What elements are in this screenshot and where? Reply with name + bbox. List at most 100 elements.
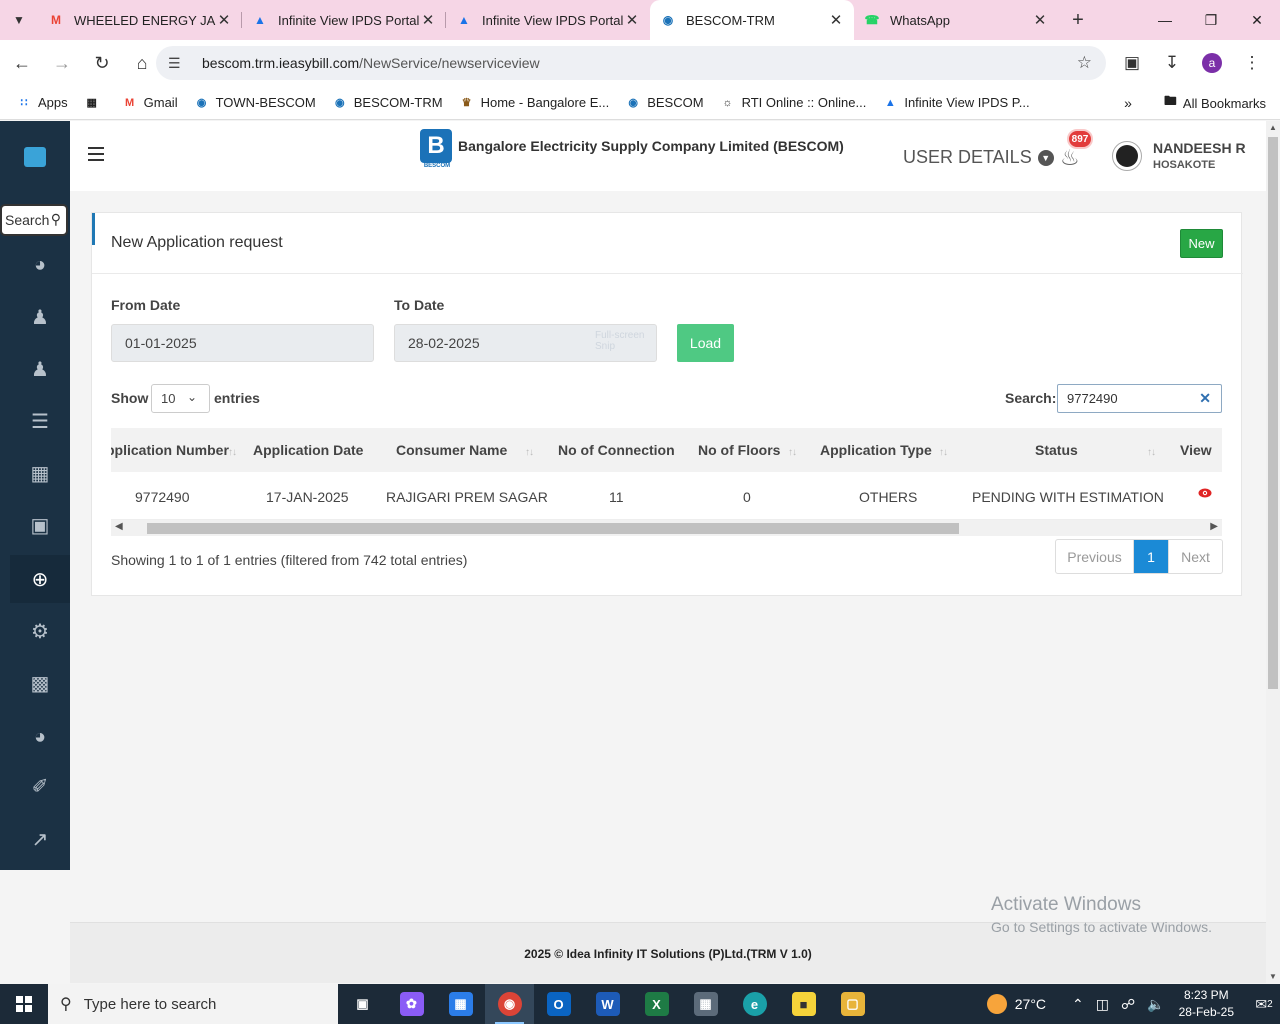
taskbar-store[interactable]: ▦	[436, 984, 485, 1024]
start-button[interactable]	[0, 984, 48, 1024]
close-tab-icon[interactable]: ✕	[1032, 11, 1048, 29]
hamburger-menu-icon[interactable]	[88, 147, 104, 161]
close-tab-icon[interactable]: ✕	[420, 11, 436, 29]
bookmark-apps[interactable]: ∷ Apps	[16, 95, 68, 111]
volume-icon[interactable]: 🔈	[1147, 996, 1164, 1013]
sidebar-item-hierarchy[interactable]: ▦	[10, 449, 70, 497]
bookmark-star-icon[interactable]: ☆	[1077, 53, 1092, 73]
extensions-icon[interactable]: ▣	[1112, 45, 1152, 81]
sidebar-item-user[interactable]: ♟	[10, 293, 70, 341]
sort-icon[interactable]: ↑↓	[788, 447, 797, 458]
bookmark-gmail[interactable]: M Gmail	[122, 95, 178, 111]
taskbar-word[interactable]: W	[583, 984, 632, 1024]
bookmark-bescom-trm[interactable]: ◉ BESCOM-TRM	[332, 95, 443, 111]
tab-search-icon[interactable]: ▼	[0, 0, 38, 40]
browser-tab-ipds-1[interactable]: ▲ Infinite View IPDS Portal ✕	[242, 0, 446, 40]
sidebar-item-tools[interactable]: ✐	[10, 762, 70, 810]
table-search-input[interactable]: 9772490 ✕	[1057, 384, 1222, 413]
bookmark-bescom[interactable]: ◉ BESCOM	[625, 95, 703, 111]
taskbar-excel[interactable]: X	[632, 984, 681, 1024]
search-icon[interactable]: ⚲	[51, 211, 61, 228]
view-eye-icon[interactable]	[1198, 488, 1212, 498]
bookmark-home-bangalore[interactable]: ♛ Home - Bangalore E...	[459, 95, 610, 111]
next-page-button[interactable]: Next	[1168, 540, 1222, 573]
load-button[interactable]: Load	[677, 324, 734, 362]
network-icon[interactable]: ☍	[1121, 996, 1135, 1013]
sidebar-item-meter[interactable]: ◕	[10, 713, 70, 761]
scroll-left-icon[interactable]: ◀	[115, 521, 123, 532]
restore-icon[interactable]: ❐	[1188, 0, 1234, 40]
scrollbar-thumb[interactable]	[1268, 137, 1278, 689]
notification-center-icon[interactable]: ✉ 2	[1248, 984, 1280, 1024]
more-bookmarks-icon[interactable]: »	[1124, 95, 1132, 111]
page-1-button[interactable]: 1	[1134, 540, 1168, 573]
profile-avatar[interactable]: a	[1202, 53, 1222, 73]
col-consumer-name[interactable]: Consumer Name	[396, 442, 507, 458]
from-date-input[interactable]: 01-01-2025	[111, 324, 374, 362]
sidebar-item-reports[interactable]: ▩	[10, 659, 70, 707]
forward-icon[interactable]: →	[44, 45, 80, 81]
all-bookmarks[interactable]: All Bookmarks	[1183, 96, 1266, 111]
page-size-select[interactable]: 10 ⌄	[151, 384, 210, 413]
browser-tab-gmail[interactable]: M WHEELED ENERGY JAN-2 ✕	[38, 0, 242, 40]
sort-icon[interactable]: ↑↓	[525, 447, 534, 458]
scroll-up-icon[interactable]: ▲	[1269, 123, 1277, 132]
sidebar-item-list[interactable]: ☰	[10, 397, 70, 445]
new-tab-button[interactable]: +	[1058, 9, 1098, 32]
col-no-of-connection[interactable]: No of Connection	[558, 442, 675, 458]
browser-tab-bescom-trm[interactable]: ◉ BESCOM-TRM ✕	[650, 0, 854, 40]
sidebar-item-settings[interactable]: ⚙	[10, 607, 70, 655]
taskbar-search[interactable]: ⚲ Type here to search	[48, 984, 338, 1024]
close-tab-icon[interactable]: ✕	[828, 11, 844, 29]
taskbar-outlook[interactable]: O	[534, 984, 583, 1024]
close-tab-icon[interactable]: ✕	[216, 11, 232, 29]
sort-icon[interactable]: ↑↓	[939, 447, 948, 458]
taskbar-sticky-notes[interactable]: ■	[779, 984, 828, 1024]
browser-tab-whatsapp[interactable]: ☎ WhatsApp ✕	[854, 0, 1058, 40]
page-vertical-scrollbar[interactable]: ▲ ▼	[1266, 121, 1280, 983]
app-logo-icon[interactable]	[24, 147, 46, 167]
sidebar-item-dashboard[interactable]: ◕	[10, 241, 70, 289]
taskbar-chrome[interactable]: ◉	[485, 984, 534, 1024]
reload-icon[interactable]: ↻	[84, 45, 120, 81]
sidebar-item-new-service[interactable]: ⊕	[10, 555, 70, 603]
col-application-type[interactable]: Application Type	[820, 442, 932, 458]
download-icon[interactable]: ↧	[1152, 45, 1192, 81]
sidebar-item-profile[interactable]: ♟	[10, 345, 70, 393]
clock[interactable]: 8:23 PM 28-Feb-25	[1179, 987, 1234, 1021]
scroll-down-icon[interactable]: ▼	[1269, 972, 1277, 981]
sort-icon[interactable]: ↑↓	[1147, 447, 1156, 458]
taskbar-calculator[interactable]: ▦	[681, 984, 730, 1024]
table-horizontal-scrollbar[interactable]: ◀ ▶	[111, 520, 1222, 536]
taskbar-file-explorer[interactable]: ▢	[828, 984, 877, 1024]
taskbar-copilot[interactable]: ✿	[387, 984, 436, 1024]
col-application-date[interactable]: Application Date	[253, 442, 363, 458]
user-avatar-icon[interactable]	[1112, 141, 1142, 171]
col-no-of-floors[interactable]: No of Floors	[698, 442, 780, 458]
chevron-up-icon[interactable]: ⌃	[1072, 996, 1084, 1013]
weather-icon[interactable]	[986, 994, 1007, 1014]
user-details-dropdown[interactable]: USER DETAILS ▼	[903, 147, 1054, 168]
sidebar-item-desktop[interactable]: ▣	[10, 501, 70, 549]
address-bar[interactable]: ☰ bescom.trm.ieasybill.com/NewService/ne…	[156, 46, 1106, 80]
menu-kebab-icon[interactable]: ⋮	[1232, 45, 1272, 81]
clear-search-icon[interactable]: ✕	[1199, 390, 1211, 407]
back-icon[interactable]: ←	[4, 45, 40, 81]
close-tab-icon[interactable]: ✕	[624, 11, 640, 29]
taskbar-edge[interactable]: e	[730, 984, 779, 1024]
home-icon[interactable]: ⌂	[124, 45, 160, 81]
col-status[interactable]: Status	[1035, 442, 1078, 458]
bookmark-grid[interactable]: ▦	[84, 95, 106, 111]
bookmark-town-bescom[interactable]: ◉ TOWN-BESCOM	[194, 95, 316, 111]
new-button[interactable]: New	[1180, 229, 1223, 258]
close-window-icon[interactable]: ✕	[1234, 0, 1280, 40]
browser-tab-ipds-2[interactable]: ▲ Infinite View IPDS Portal ✕	[446, 0, 650, 40]
bookmark-ipds[interactable]: ▲ Infinite View IPDS P...	[882, 95, 1030, 111]
battery-icon[interactable]: ◫	[1096, 996, 1109, 1013]
bookmark-rti-online[interactable]: ☼ RTI Online :: Online...	[720, 95, 867, 111]
task-view-button[interactable]: ▣	[338, 984, 387, 1024]
sort-icon[interactable]: ↑↓	[228, 447, 237, 458]
col-application-number[interactable]: pplication Number	[111, 442, 229, 458]
previous-page-button[interactable]: Previous	[1056, 540, 1134, 573]
temperature[interactable]: 27°C	[1015, 996, 1046, 1012]
